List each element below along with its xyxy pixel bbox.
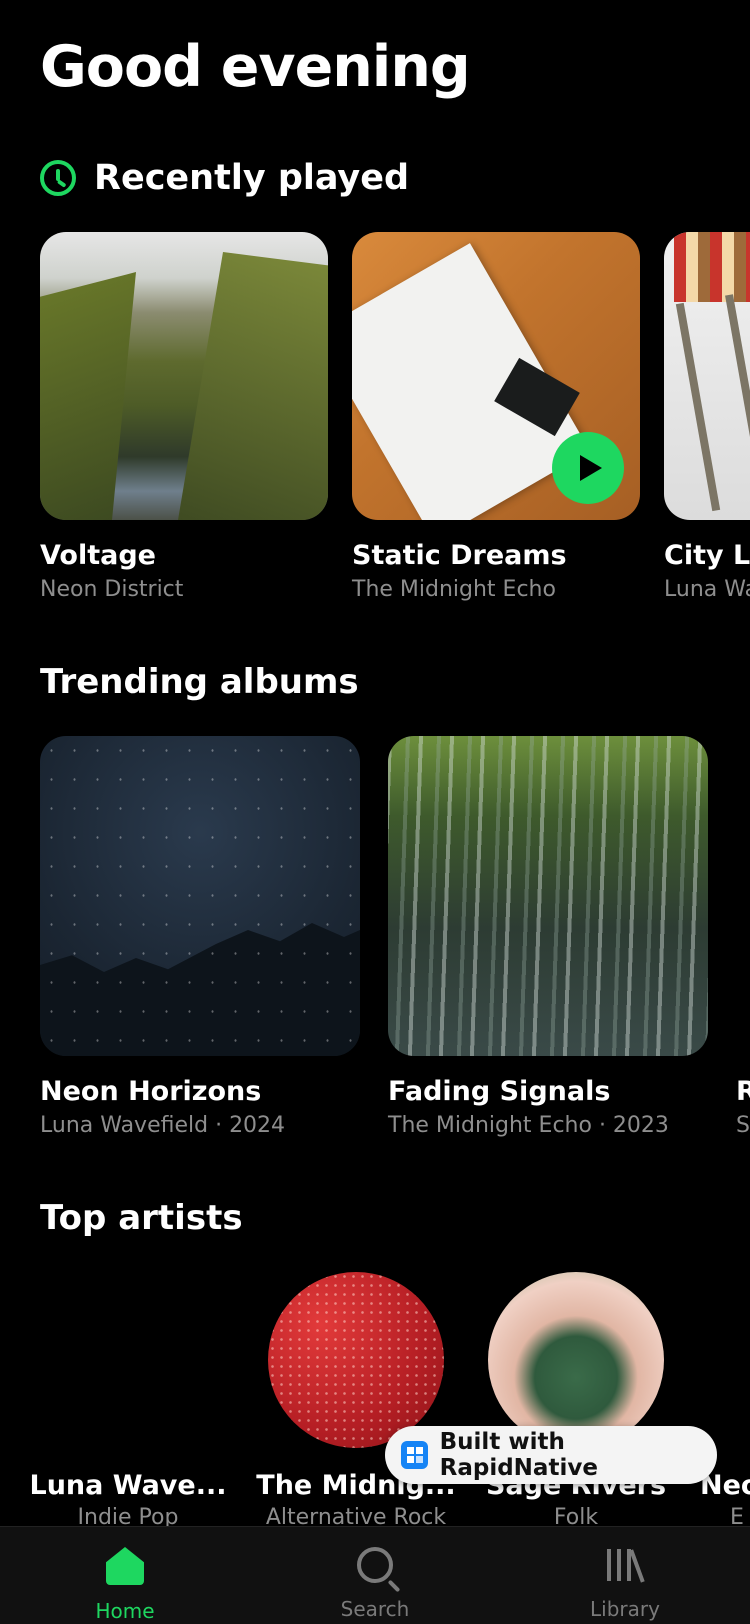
trending-title: Trending albums <box>40 662 359 702</box>
top-artists-title: Top artists <box>40 1198 243 1238</box>
badge-label: Built with RapidNative <box>439 1429 598 1481</box>
album-title: Fading Signals <box>388 1076 611 1107</box>
tab-search[interactable]: Search <box>250 1527 500 1624</box>
recent-card[interactable]: City Li Luna Wa <box>664 232 750 602</box>
recent-card[interactable]: Voltage Neon District <box>40 232 328 602</box>
album-art <box>388 736 708 1056</box>
tab-label: Home <box>95 1599 155 1623</box>
bottom-tab-bar: Home Search Library <box>0 1526 750 1624</box>
track-artist: The Midnight Echo <box>352 577 556 602</box>
album-art <box>40 736 360 1056</box>
tab-label: Search <box>340 1597 410 1621</box>
album-art <box>736 736 750 1056</box>
artist-avatar <box>268 1272 444 1448</box>
tab-library[interactable]: Library <box>500 1527 750 1624</box>
play-button[interactable] <box>552 432 624 504</box>
track-title: City Li <box>664 540 750 571</box>
album-card[interactable]: Neon Horizons Luna Wavefield · 2024 <box>40 736 360 1138</box>
tab-home[interactable]: Home <box>0 1527 250 1624</box>
artist-card[interactable]: Neo E <box>700 1272 750 1530</box>
track-title: Voltage <box>40 540 156 571</box>
recently-played-header: Recently played <box>40 158 409 198</box>
recent-card[interactable]: Static Dreams The Midnight Echo <box>352 232 640 602</box>
album-title: R <box>736 1076 750 1107</box>
search-icon <box>357 1547 393 1583</box>
artist-card[interactable]: The Midnig... Alternative Rock <box>256 1272 456 1530</box>
built-with-badge[interactable]: Built with RapidNative <box>385 1426 717 1484</box>
album-meta: The Midnight Echo · 2023 <box>388 1113 669 1138</box>
track-artist: Luna Wa <box>664 577 750 602</box>
artist-card[interactable]: Sage Rivers Folk <box>476 1272 676 1530</box>
artist-avatar <box>488 1272 664 1448</box>
track-artist: Neon District <box>40 577 184 602</box>
recently-played-title: Recently played <box>94 158 410 198</box>
library-icon <box>605 1547 645 1583</box>
clock-icon <box>40 160 76 196</box>
artist-card[interactable]: Luna Wave... Indie Pop <box>28 1272 228 1530</box>
album-card[interactable]: Fading Signals The Midnight Echo · 2023 <box>388 736 708 1138</box>
page-greeting: Good evening <box>40 34 471 100</box>
rapidnative-logo-icon <box>401 1441 428 1469</box>
album-meta: S <box>736 1113 750 1138</box>
artist-avatar <box>40 1272 216 1448</box>
track-title: Static Dreams <box>352 540 567 571</box>
tab-label: Library <box>590 1597 660 1621</box>
play-button[interactable] <box>240 432 312 504</box>
album-art <box>40 232 328 520</box>
artist-name: Luna Wave... <box>29 1470 227 1501</box>
album-card[interactable]: R S <box>736 736 750 1138</box>
album-art <box>352 232 640 520</box>
album-meta: Luna Wavefield · 2024 <box>40 1113 286 1138</box>
album-art <box>664 232 750 520</box>
home-icon <box>106 1547 144 1585</box>
album-title: Neon Horizons <box>40 1076 262 1107</box>
